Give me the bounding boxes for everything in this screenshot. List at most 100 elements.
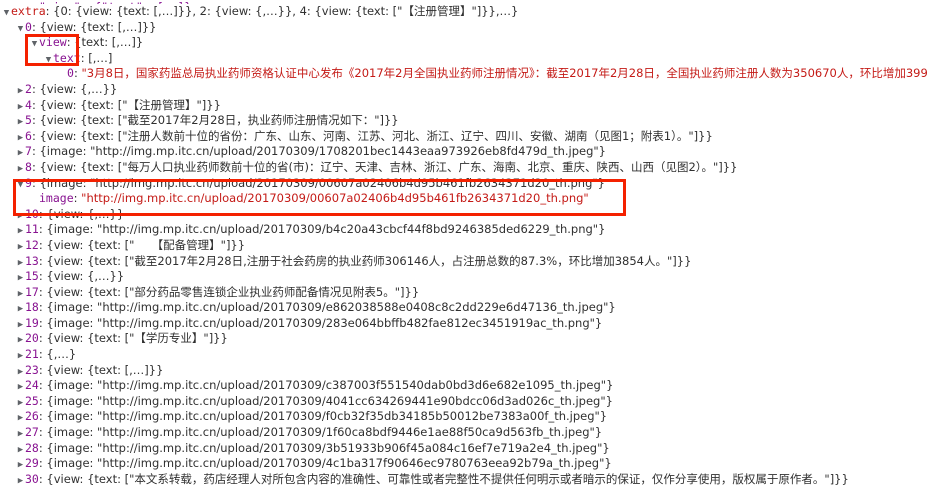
tree-row-key[interactable]: 15 bbox=[25, 269, 39, 283]
tree-row-value: : {image: "http://img.mp.itc.cn/upload/2… bbox=[38, 456, 612, 471]
tree-row-key[interactable]: 25 bbox=[25, 394, 39, 408]
disclosure-triangle-icon[interactable] bbox=[16, 474, 25, 488]
tree-row[interactable]: 20: {view: {text: ["【学历专业】"]}} bbox=[0, 331, 946, 347]
tree-row[interactable]: 7: {image: "http://img.mp.itc.cn/upload/… bbox=[0, 144, 946, 160]
disclosure-triangle-icon[interactable] bbox=[16, 427, 25, 441]
disclosure-triangle-icon[interactable] bbox=[30, 37, 39, 51]
tree-row-key[interactable]: 19 bbox=[25, 316, 39, 330]
tree-row-key[interactable]: 4 bbox=[25, 98, 32, 112]
disclosure-triangle-icon[interactable] bbox=[16, 178, 25, 192]
tree-row-key[interactable]: 7 bbox=[25, 144, 32, 158]
tree-row-key[interactable]: 8 bbox=[25, 160, 32, 174]
disclosure-triangle-icon[interactable] bbox=[16, 380, 25, 394]
tree-row[interactable]: 11: {image: "http://img.mp.itc.cn/upload… bbox=[0, 222, 946, 238]
tree-row-key[interactable]: 12 bbox=[25, 238, 39, 252]
tree-row-key[interactable]: 28 bbox=[25, 441, 39, 455]
disclosure-triangle-icon[interactable] bbox=[2, 6, 11, 20]
disclosure-triangle-icon[interactable] bbox=[16, 22, 25, 36]
tree-row-key[interactable]: 27 bbox=[25, 425, 39, 439]
disclosure-triangle-icon[interactable] bbox=[16, 302, 25, 316]
tree-row[interactable]: 0: {view: {text: [,…]}} bbox=[0, 20, 946, 36]
tree-row-key[interactable]: text bbox=[53, 51, 81, 65]
tree-row-string-value: "http://img.mp.itc.cn/upload/20170309/00… bbox=[81, 191, 589, 206]
tree-row[interactable]: 0: "3月8日，国家药监总局执业药师资格认证中心发布《2017年2月全国执业药… bbox=[0, 66, 946, 82]
tree-row[interactable]: 4: {view: {text: ["【注册管理】"]}} bbox=[0, 98, 946, 114]
disclosure-triangle-icon[interactable] bbox=[16, 256, 25, 270]
tree-row-key[interactable]: 10 bbox=[25, 207, 39, 221]
tree-row-key[interactable]: 9 bbox=[25, 176, 32, 190]
disclosure-triangle-icon[interactable] bbox=[16, 365, 25, 379]
tree-row[interactable]: 27: {image: "http://img.mp.itc.cn/upload… bbox=[0, 425, 946, 441]
tree-row-key[interactable]: extra bbox=[11, 4, 46, 18]
disclosure-triangle-icon[interactable] bbox=[16, 333, 25, 347]
tree-row-value: : {view: {text: ["注册人数前十位的省份：广东、山东、河南、江苏… bbox=[31, 128, 713, 143]
disclosure-triangle-icon[interactable] bbox=[44, 53, 53, 67]
tree-row[interactable]: view: {text: [,…]} bbox=[0, 35, 946, 51]
tree-row[interactable]: 18: {image: "http://img.mp.itc.cn/upload… bbox=[0, 300, 946, 316]
tree-row-key[interactable]: 24 bbox=[25, 378, 39, 392]
tree-row[interactable]: 21: {,…} bbox=[0, 347, 946, 363]
tree-row[interactable]: image: "http://img.mp.itc.cn/upload/2017… bbox=[0, 191, 946, 207]
tree-row-key[interactable]: 6 bbox=[25, 129, 32, 143]
tree-row[interactable]: 23: {view: {text: [,…]}} bbox=[0, 363, 946, 379]
tree-row-key[interactable]: 17 bbox=[25, 285, 39, 299]
tree-row-value: : {view: {text: ["部分药品零售连锁企业执业药师配备情况见附表5… bbox=[38, 284, 420, 299]
disclosure-triangle-icon[interactable] bbox=[16, 131, 25, 145]
tree-row[interactable]: 5: {view: {text: ["截至2017年2月28日，执业药师注册情况… bbox=[0, 113, 946, 129]
tree-row-key[interactable]: 26 bbox=[25, 409, 39, 423]
disclosure-triangle-icon[interactable] bbox=[16, 318, 25, 332]
tree-row-key[interactable]: 23 bbox=[25, 363, 39, 377]
disclosure-triangle-icon[interactable] bbox=[16, 458, 25, 472]
tree-row-key[interactable]: view bbox=[39, 35, 67, 49]
disclosure-triangle-icon[interactable] bbox=[16, 146, 25, 160]
tree-row[interactable]: 8: {view: {text: ["每万人口执业药师数前十位的省(市)：辽宁、… bbox=[0, 160, 946, 176]
tree-row-key[interactable]: 2 bbox=[25, 82, 32, 96]
tree-row[interactable]: 12: {view: {text: [" 【配备管理】"]}} bbox=[0, 238, 946, 254]
tree-row-key[interactable]: 5 bbox=[25, 113, 32, 127]
tree-row[interactable]: 13: {view: {text: ["截至2017年2月28日,注册于社会药房… bbox=[0, 254, 946, 270]
tree-row-value: : {view: {text: ["本文系转载，药店经理人对所包含内容的准确性、… bbox=[38, 471, 849, 486]
tree-row-key[interactable]: 0 bbox=[25, 20, 32, 34]
tree-row-key[interactable]: 29 bbox=[25, 456, 39, 470]
disclosure-triangle-icon[interactable] bbox=[16, 396, 25, 410]
disclosure-triangle-icon[interactable] bbox=[16, 115, 25, 129]
disclosure-triangle-icon[interactable] bbox=[16, 240, 25, 254]
tree-row[interactable]: 19: {image: "http://img.mp.itc.cn/upload… bbox=[0, 316, 946, 332]
devtools-object-tree[interactable]: "view": {"text": [,…]} extra: {0: {view:… bbox=[0, 0, 946, 502]
tree-row[interactable]: 28: {image: "http://img.mp.itc.cn/upload… bbox=[0, 441, 946, 457]
tree-row-key[interactable]: 18 bbox=[25, 300, 39, 314]
tree-row[interactable]: 26: {image: "http://img.mp.itc.cn/upload… bbox=[0, 409, 946, 425]
tree-row[interactable]: 30: {view: {text: ["本文系转载，药店经理人对所包含内容的准确… bbox=[0, 472, 946, 488]
tree-row-key[interactable]: 11 bbox=[25, 222, 39, 236]
tree-row-key[interactable]: 21 bbox=[25, 347, 39, 361]
tree-row[interactable]: 15: {view: {,…}} bbox=[0, 269, 946, 285]
disclosure-triangle-icon[interactable] bbox=[16, 287, 25, 301]
tree-row-key[interactable]: 20 bbox=[25, 331, 39, 345]
tree-row[interactable]: 17: {view: {text: ["部分药品零售连锁企业执业药师配备情况见附… bbox=[0, 285, 946, 301]
tree-row-value: : {view: {text: ["截至2017年2月28日，执业药师注册情况如… bbox=[31, 113, 399, 128]
tree-row[interactable]: extra: {0: {view: {text: [,…]}}, 2: {vie… bbox=[0, 4, 946, 20]
tree-row-key[interactable]: 13 bbox=[25, 254, 39, 268]
tree-row[interactable]: text: [,…] bbox=[0, 51, 946, 67]
tree-row[interactable]: 2: {view: {,…}} bbox=[0, 82, 946, 98]
disclosure-triangle-icon[interactable] bbox=[16, 209, 25, 223]
disclosure-triangle-icon[interactable] bbox=[16, 443, 25, 457]
disclosure-triangle-icon[interactable] bbox=[16, 162, 25, 176]
disclosure-triangle-icon[interactable] bbox=[16, 100, 25, 114]
disclosure-triangle-icon[interactable] bbox=[16, 271, 25, 285]
disclosure-triangle-icon[interactable] bbox=[16, 349, 25, 363]
disclosure-triangle-icon[interactable] bbox=[16, 411, 25, 425]
tree-row[interactable]: 25: {image: "http://img.mp.itc.cn/upload… bbox=[0, 394, 946, 410]
tree-row[interactable]: 10: {view: {,…}} bbox=[0, 207, 946, 223]
tree-row[interactable]: 9: {image: "http://img.mp.itc.cn/upload/… bbox=[0, 176, 946, 192]
disclosure-triangle-icon[interactable] bbox=[16, 84, 25, 98]
tree-rows: extra: {0: {view: {text: [,…]}}, 2: {vie… bbox=[0, 4, 946, 487]
disclosure-triangle-icon[interactable] bbox=[16, 224, 25, 238]
tree-row-key[interactable]: 0 bbox=[67, 66, 74, 80]
tree-row-key[interactable]: 30 bbox=[25, 472, 39, 486]
tree-row[interactable]: 24: {image: "http://img.mp.itc.cn/upload… bbox=[0, 378, 946, 394]
tree-row-value: : {view: {text: [,…]}} bbox=[38, 362, 164, 377]
tree-row-key[interactable]: image bbox=[39, 191, 74, 205]
tree-row[interactable]: 6: {view: {text: ["注册人数前十位的省份：广东、山东、河南、江… bbox=[0, 129, 946, 145]
tree-row[interactable]: 29: {image: "http://img.mp.itc.cn/upload… bbox=[0, 456, 946, 472]
